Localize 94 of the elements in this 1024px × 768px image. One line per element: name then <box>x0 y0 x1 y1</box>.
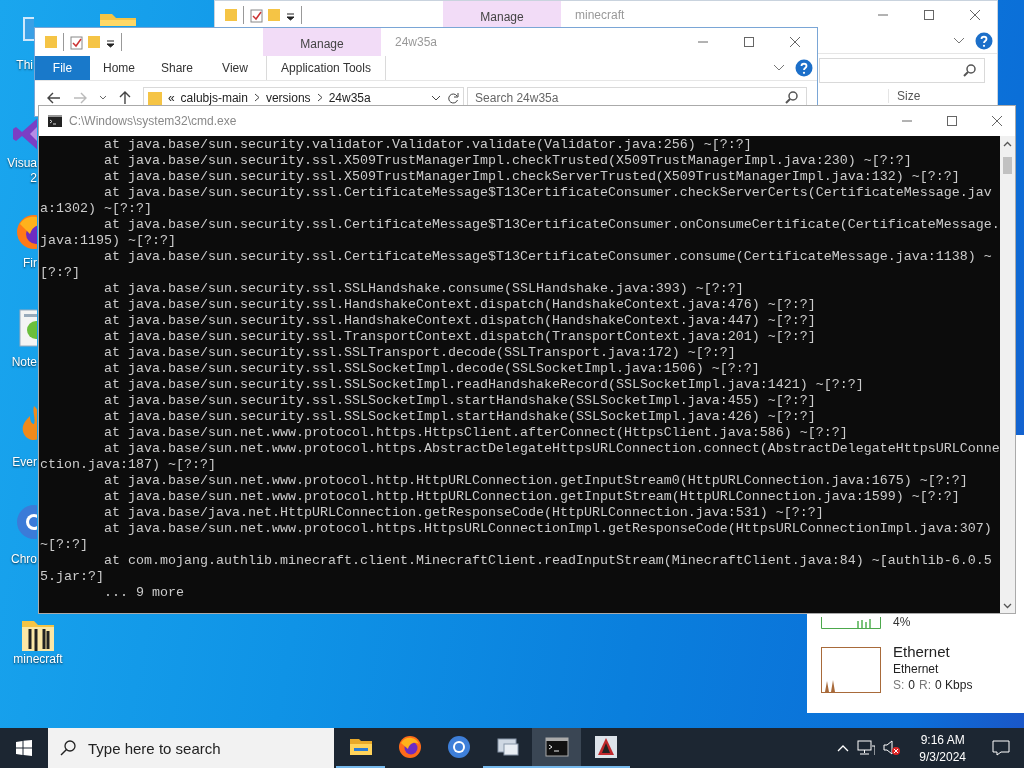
console-line: at java.base/sun.security.ssl.SSLSocketImpl.startHandshake(SSLSocketImpl.java:426) ~[?:?] <box>103 409 817 425</box>
console-line: ... 9 more <box>103 585 185 601</box>
folder-icon <box>147 89 162 106</box>
notification-icon[interactable] <box>992 740 1010 756</box>
chevron-right-icon <box>253 93 260 102</box>
column-header[interactable]: Size <box>888 89 957 103</box>
close-icon[interactable] <box>991 115 1003 127</box>
tool-icon <box>593 735 618 759</box>
desktop-icon-label: minecraft <box>12 652 64 667</box>
console-line: at java.base/sun.security.ssl.SSLSocketImpl.readHandshakeRecord(SSLSocketImpl.java:1421) ~[?:?] <box>103 377 865 393</box>
volume-muted-icon[interactable] <box>883 740 902 756</box>
context-tab[interactable]: Manage <box>263 28 381 56</box>
console-line: at java.base/java.net.HttpURLConnection.getResponseCode(HttpURLConnection.java:531) ~[?:?] <box>103 505 825 521</box>
chevron-down-icon[interactable] <box>98 94 107 101</box>
send-value: 0 <box>908 678 916 692</box>
desktop-icon-label: Thi <box>15 58 33 73</box>
console-line: at java.base/sun.net.www.protocol.http.HttpURLConnection.getInputStream0(HttpURLConnection.java:1675) ~[?:?] <box>103 473 969 489</box>
search-icon <box>963 64 976 77</box>
console-line: at java.base/sun.security.ssl.TransportContext.dispatch(TransportContext.java:201) ~[?:?] <box>103 329 817 345</box>
back-arrow-icon[interactable] <box>47 91 61 104</box>
context-tab[interactable]: Manage <box>443 1 561 29</box>
chevron-down-icon[interactable] <box>953 37 965 45</box>
desktop-icon-label: Fir <box>22 256 37 271</box>
network-graph <box>821 647 881 693</box>
search-field[interactable] <box>819 58 985 83</box>
help-icon[interactable] <box>795 59 813 77</box>
send-label: S: <box>893 678 905 692</box>
console-line: at com.mojang.authlib.minecraft.client.MinecraftClient.readInputStream(MinecraftClient.java:84) ~[authlib-6.0.55.jar:?] <box>40 553 993 585</box>
computer-settings-icon <box>495 735 520 759</box>
scroll-up-icon[interactable] <box>1002 141 1012 147</box>
desktop-icon-label: Visua <box>6 156 37 171</box>
console-line: at java.base/sun.net.www.protocol.https.HttpsClient.afterConnect(HttpsClient.java:586) ~[?:?] <box>103 425 849 441</box>
window-title: C:\Windows\system32\cmd.exe <box>69 114 238 128</box>
adapter-name: Ethernet <box>893 662 940 676</box>
network-name: Ethernet <box>893 643 951 660</box>
contextual-tab[interactable]: Application Tools <box>266 56 386 80</box>
window-title: 24w35a <box>395 35 439 49</box>
console-line: at java.base/sun.security.ssl.SSLSocketImpl.startHandshake(SSLSocketImpl.java:455) ~[?:?] <box>103 393 817 409</box>
console-line: at java.base/sun.security.ssl.SSLSocketImpl.decode(SSLSocketImpl.java:1506) ~[?:?] <box>103 361 761 377</box>
ribbon-tab[interactable]: Home <box>90 56 148 80</box>
console-line: at java.base/sun.security.ssl.X509TrustManagerImpl.checkServerTrusted(X509TrustManagerImpl.java:132) ~[?:?] <box>103 169 961 185</box>
breadcrumb[interactable]: calubjs-main <box>180 90 248 105</box>
console-line: at java.base/sun.security.ssl.HandshakeContext.dispatch(HandshakeContext.java:476) ~[?:?] <box>103 297 817 313</box>
firefox-icon <box>397 735 422 759</box>
console-line: at java.base/sun.security.ssl.HandshakeContext.dispatch(HandshakeContext.java:447) ~[?:?] <box>103 313 817 329</box>
help-icon[interactable] <box>975 32 993 50</box>
console-line: at java.base/sun.security.ssl.SSLTransport.decode(SSLTransport.java:172) ~[?:?] <box>103 345 737 361</box>
network-icon[interactable] <box>857 740 876 756</box>
chevron-down-icon[interactable] <box>773 64 785 72</box>
receive-label: R: <box>919 678 932 692</box>
maximize-icon[interactable] <box>923 9 935 21</box>
close-icon[interactable] <box>969 9 981 21</box>
overflow-chevron[interactable]: « <box>167 90 175 105</box>
receive-value: 0 Kbps <box>935 678 973 692</box>
desktop-icon-label: 2 <box>29 171 37 186</box>
breadcrumb[interactable]: 24w35a <box>328 90 371 105</box>
clock-time: 9:16 AM <box>919 732 966 747</box>
usage-reading: 4% <box>893 616 911 629</box>
desktop-icon-label: Chro <box>10 552 37 567</box>
desktop-icon-label: Ever <box>11 455 37 470</box>
chevron-down-icon[interactable] <box>431 94 442 101</box>
search-field[interactable]: Type here to search <box>48 728 334 768</box>
console-line: at java.base/sun.net.www.protocol.http.HttpURLConnection.getInputStream(HttpURLConnection.java:1599) ~[?:?] <box>103 489 961 505</box>
window-title: minecraft <box>575 8 626 22</box>
scrollbar[interactable] <box>999 136 1015 613</box>
taskbar-app-button[interactable] <box>532 728 581 768</box>
windows-logo-icon <box>16 740 32 756</box>
quick-access-toolbar[interactable] <box>225 6 303 24</box>
scroll-thumb[interactable] <box>1002 157 1012 174</box>
search-icon <box>785 90 799 104</box>
console-icon <box>48 115 62 127</box>
maximize-icon[interactable] <box>743 36 755 48</box>
scroll-down-icon[interactable] <box>1002 603 1012 609</box>
breadcrumb[interactable]: versions <box>265 90 311 105</box>
clock-date: 9/3/2024 <box>919 749 966 764</box>
maximize-icon[interactable] <box>946 115 958 127</box>
file-tab[interactable]: File <box>35 56 90 80</box>
cpu-graph <box>821 617 881 629</box>
up-arrow-icon[interactable] <box>118 90 131 105</box>
console-line: at java.base/sun.security.ssl.X509TrustManagerImpl.checkTrusted(X509TrustManagerImpl.java:230) ~[?:?] <box>103 153 913 169</box>
ribbon-tab[interactable]: Share <box>148 56 206 80</box>
console-line: at java.base/sun.security.validator.Validator.validate(Validator.java:256) ~[?:?] <box>103 137 753 153</box>
console-line: at java.base/sun.security.ssl.SSLHandshake.consume(SSLHandshake.java:393) ~[?:?] <box>103 281 745 297</box>
browser-icon <box>446 735 471 759</box>
chevron-right-icon <box>316 93 323 102</box>
close-icon[interactable] <box>789 36 801 48</box>
refresh-icon[interactable] <box>447 91 460 104</box>
desktop-icon-label: Note <box>10 355 37 370</box>
clock[interactable]: 9:16 AM 9/3/2024 <box>909 728 976 768</box>
quick-access-toolbar[interactable] <box>45 33 123 51</box>
ribbon-tab[interactable]: View <box>206 56 264 80</box>
console-icon <box>544 735 569 759</box>
search-icon <box>60 740 76 756</box>
chevron-up-icon[interactable] <box>837 744 850 752</box>
